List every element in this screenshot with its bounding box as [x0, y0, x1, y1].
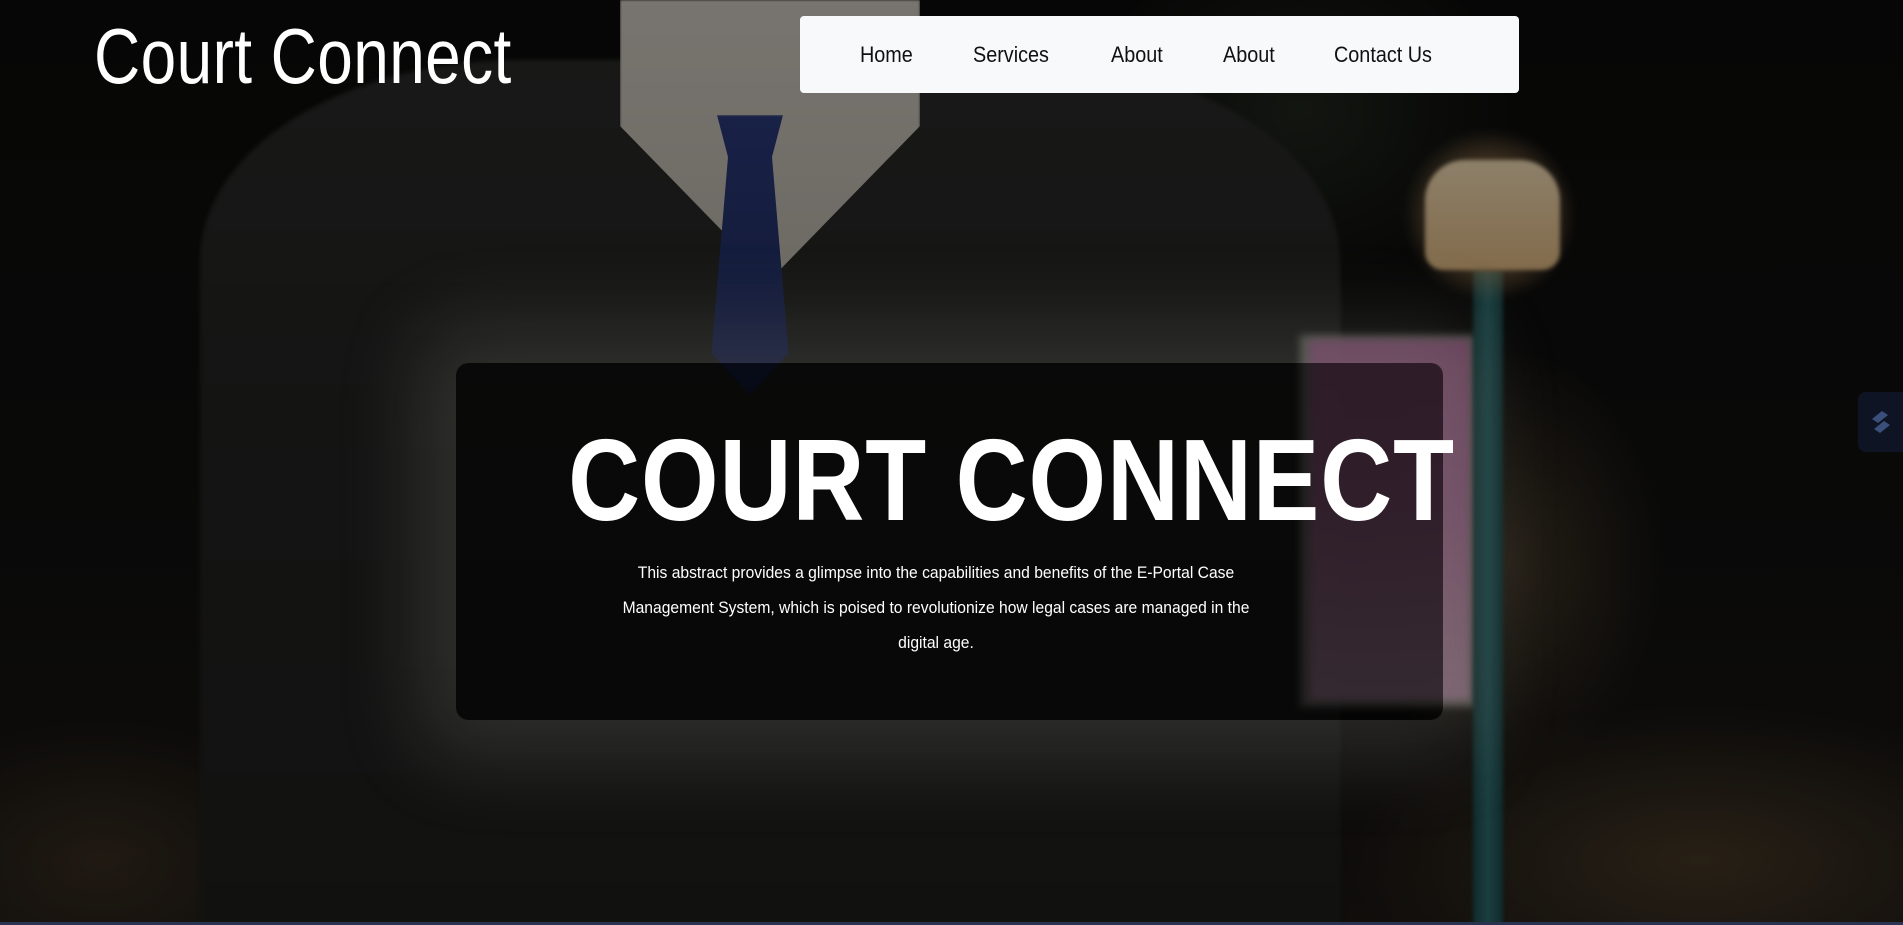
main-navigation: Home Services About About Contact Us	[800, 16, 1519, 93]
hero-description: This abstract provides a glimpse into th…	[622, 563, 1250, 652]
page: Court Connect Home Services About About …	[0, 0, 1903, 925]
nav-about[interactable]: About	[1111, 42, 1163, 68]
extension-icon	[1871, 411, 1890, 433]
side-extension-button[interactable]	[1858, 392, 1903, 452]
nav-contact-us[interactable]: Contact Us	[1334, 42, 1432, 68]
hero-title: COURT CONNECT	[568, 415, 1455, 545]
nav-about-2[interactable]: About	[1223, 42, 1275, 68]
hero-card: COURT CONNECT This abstract provides a g…	[456, 363, 1455, 720]
nav-services[interactable]: Services	[973, 42, 1049, 68]
site-logo[interactable]: Court Connect	[94, 10, 512, 102]
nav-home[interactable]: Home	[860, 42, 913, 68]
